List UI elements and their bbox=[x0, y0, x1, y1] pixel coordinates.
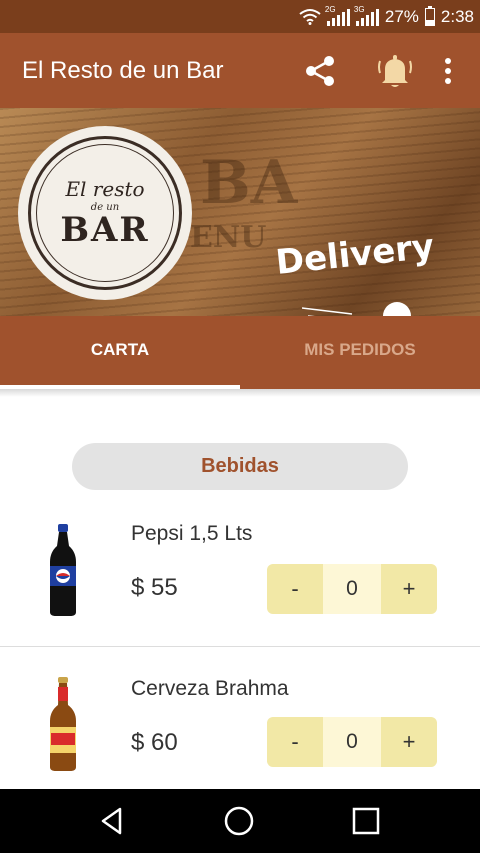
wifi-icon bbox=[299, 9, 321, 25]
signal-icon-2: 3G bbox=[353, 4, 379, 26]
app-title: El Resto de un Bar bbox=[22, 57, 224, 84]
category-header[interactable]: Bebidas bbox=[72, 443, 408, 490]
home-button[interactable] bbox=[199, 789, 279, 853]
brahma-bottle-image bbox=[50, 677, 76, 771]
quantity-value: 0 bbox=[323, 717, 381, 767]
tab-bar: CARTA MIS PEDIDOS bbox=[0, 316, 480, 389]
battery-percent: 27% bbox=[384, 6, 419, 26]
app-bar: El Resto de un Bar bbox=[0, 33, 480, 108]
quantity-stepper: - 0 + bbox=[267, 564, 437, 614]
recents-button[interactable] bbox=[326, 789, 406, 853]
back-icon bbox=[101, 807, 122, 835]
share-icon bbox=[306, 56, 334, 86]
pepsi-bottle-image bbox=[50, 524, 76, 616]
recents-icon bbox=[352, 807, 380, 835]
restaurant-logo: El resto de un BAR bbox=[20, 128, 190, 298]
signal-icon-1: 2G bbox=[324, 4, 350, 26]
more-options-button[interactable] bbox=[428, 51, 468, 91]
delivery-scooter-icon bbox=[302, 302, 411, 316]
banner-background-lettering-2: ENU bbox=[190, 220, 267, 255]
back-button[interactable] bbox=[72, 789, 152, 853]
quantity-stepper: - 0 + bbox=[267, 717, 437, 767]
product-name: Cerveza Brahma bbox=[131, 677, 289, 700]
clock: 2:38 bbox=[440, 6, 474, 26]
logo-text-1: El resto bbox=[65, 177, 145, 201]
share-button[interactable] bbox=[300, 51, 340, 91]
product-price: $ 60 bbox=[131, 729, 178, 756]
battery-icon bbox=[424, 5, 435, 26]
tab-carta[interactable]: CARTA bbox=[0, 316, 240, 389]
decrease-button[interactable]: - bbox=[267, 717, 323, 767]
increase-button[interactable]: + bbox=[381, 717, 437, 767]
banner-background-lettering: BA bbox=[200, 148, 298, 218]
bell-icon bbox=[378, 55, 412, 87]
status-icons: 2G 3G 27% 2:38 bbox=[299, 0, 474, 33]
network-type-1: 2G bbox=[324, 4, 336, 14]
more-vert-icon bbox=[445, 58, 451, 84]
product-item: Pepsi 1,5 Lts $ 55 - 0 + bbox=[0, 496, 480, 646]
tab-shadow bbox=[0, 389, 480, 397]
tab-mis-pedidos[interactable]: MIS PEDIDOS bbox=[240, 316, 480, 389]
header-banner: BA ENU El resto de un BAR Delivery bbox=[0, 108, 480, 316]
product-item: Cerveza Brahma $ 60 - 0 + bbox=[0, 649, 480, 789]
system-nav-bar bbox=[0, 789, 480, 853]
decrease-button[interactable]: - bbox=[267, 564, 323, 614]
logo-text-3: BAR bbox=[60, 210, 150, 250]
home-icon bbox=[224, 806, 254, 836]
increase-button[interactable]: + bbox=[381, 564, 437, 614]
quantity-value: 0 bbox=[323, 564, 381, 614]
divider bbox=[0, 646, 480, 647]
product-price: $ 55 bbox=[131, 574, 178, 601]
status-bar: 2G 3G 27% 2:38 bbox=[0, 0, 480, 33]
notifications-button[interactable] bbox=[375, 51, 415, 91]
network-type-2: 3G bbox=[353, 4, 365, 14]
product-name: Pepsi 1,5 Lts bbox=[131, 522, 253, 545]
